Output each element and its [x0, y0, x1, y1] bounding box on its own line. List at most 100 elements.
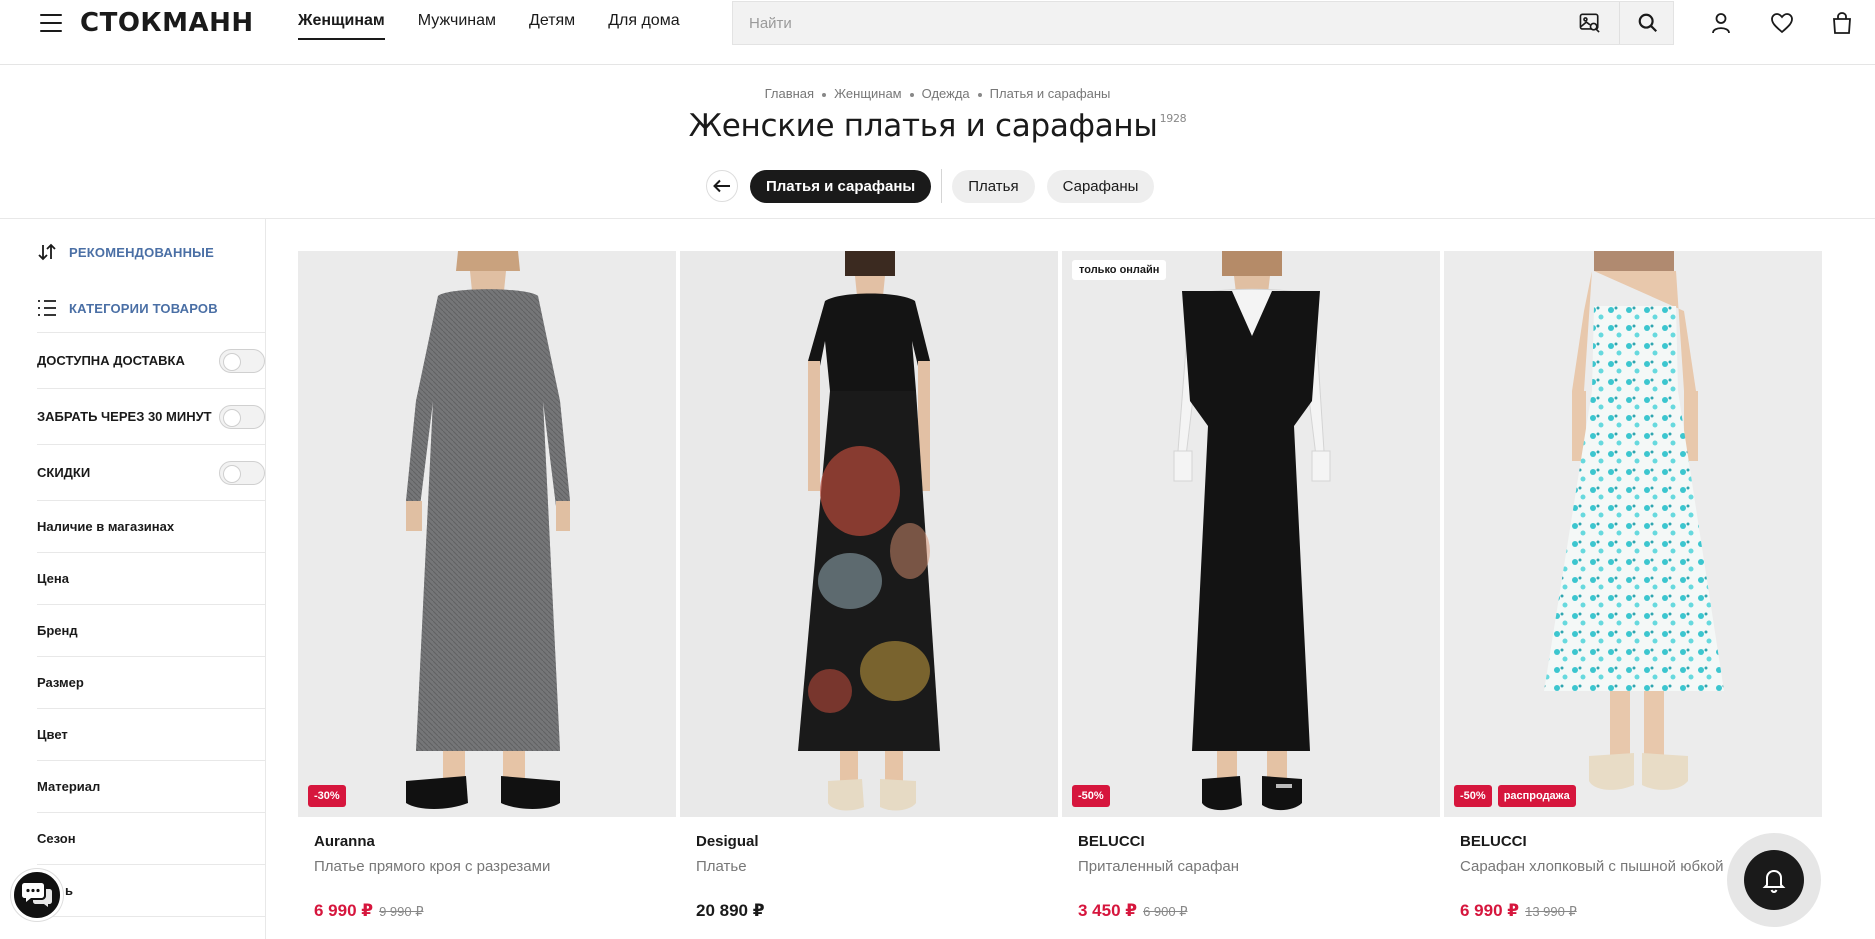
- chip-divider: [941, 169, 943, 203]
- product-name: Приталенный сарафан: [1078, 858, 1240, 875]
- filter-size[interactable]: Размер: [37, 656, 265, 708]
- favorites-icon[interactable]: [1770, 11, 1794, 35]
- product-brand: Auranna: [314, 833, 375, 850]
- product-image[interactable]: [680, 251, 1058, 817]
- bell-icon: [1762, 869, 1786, 893]
- chat-button[interactable]: [11, 869, 63, 921]
- product-price: 3 450 ₽: [1078, 901, 1138, 920]
- discount-toggle-label: СКИДКИ: [37, 465, 91, 480]
- breadcrumb-separator: [822, 92, 827, 97]
- product-old-price: 13 990 ₽: [1525, 904, 1577, 919]
- product-name: Платье прямого кроя с разрезами: [314, 858, 551, 875]
- site-header: СТОКМАНН Женщинам Мужчинам Детям Для дом…: [0, 0, 1875, 65]
- search-icon[interactable]: [1637, 12, 1659, 34]
- online-only-badge: только онлайн: [1072, 260, 1167, 280]
- delivery-toggle-row: ДОСТУПНА ДОСТАВКА: [37, 332, 265, 388]
- filter-color[interactable]: Цвет: [37, 708, 265, 760]
- badges: -30%: [308, 785, 346, 807]
- price-row: 20 890 ₽: [696, 901, 765, 921]
- product-brand: Desigual: [696, 833, 759, 850]
- back-button[interactable]: [706, 170, 738, 202]
- search-divider: [1619, 2, 1620, 44]
- product-name: Сарафан хлопковый с пышной юбкой: [1460, 858, 1724, 875]
- filter-sidebar: РЕКОМЕНДОВАННЫЕ КАТЕГОРИИ ТОВАРОВ ДОСТУП…: [0, 219, 266, 939]
- page-title: Женские платья и сарафаны 1928: [689, 108, 1187, 144]
- account-icon[interactable]: [1709, 11, 1733, 35]
- discount-badge: -30%: [308, 785, 346, 807]
- filter-material[interactable]: Материал: [37, 760, 265, 812]
- price-row: 6 990 ₽ 9 990 ₽: [314, 901, 424, 921]
- discount-badge: -50%: [1072, 785, 1110, 807]
- chip-dresses[interactable]: Платья: [952, 169, 1035, 203]
- breadcrumb-women[interactable]: Женщинам: [834, 86, 902, 101]
- price-row: 3 450 ₽ 6 900 ₽: [1078, 901, 1188, 921]
- product-old-price: 9 990 ₽: [379, 904, 424, 919]
- divider: [0, 218, 1875, 219]
- product-card[interactable]: только онлайн -50% BELUCCI Приталенный с…: [1062, 251, 1440, 939]
- pickup-toggle-row: ЗАБРАТЬ ЧЕРЕЗ 30 МИНУТ: [37, 388, 265, 444]
- sort-button[interactable]: РЕКОМЕНДОВАННЫЕ: [37, 237, 265, 267]
- filter-price[interactable]: Цена: [37, 552, 265, 604]
- discount-toggle-row: СКИДКИ: [37, 444, 265, 500]
- product-image[interactable]: -30%: [298, 251, 676, 817]
- product-photo-black-sundress: [1062, 251, 1440, 817]
- filter-brand[interactable]: Бренд: [37, 604, 265, 656]
- logo[interactable]: СТОКМАНН: [80, 8, 254, 38]
- list-icon: [38, 300, 56, 316]
- category-chips: Платья и сарафаны Платья Сарафаны: [706, 169, 1155, 203]
- categories-button[interactable]: КАТЕГОРИИ ТОВАРОВ: [37, 293, 265, 323]
- product-price: 20 890 ₽: [696, 901, 765, 920]
- badges: -50%: [1072, 785, 1110, 807]
- breadcrumb-dresses[interactable]: Платья и сарафаны: [990, 86, 1111, 101]
- image-search-icon[interactable]: [1579, 13, 1601, 33]
- nav-men[interactable]: Мужчинам: [418, 12, 496, 40]
- product-image[interactable]: -50% распродажа: [1444, 251, 1822, 817]
- title-wrap: Женские платья и сарафаны 1928: [0, 108, 1875, 144]
- breadcrumb: Главная Женщинам Одежда Платья и сарафаны: [0, 86, 1875, 101]
- filter-store-availability[interactable]: Наличие в магазинах: [37, 500, 265, 552]
- delivery-toggle[interactable]: [219, 348, 265, 373]
- product-image[interactable]: только онлайн -50%: [1062, 251, 1440, 817]
- search-input[interactable]: [733, 2, 1573, 44]
- discount-badge: -50%: [1454, 785, 1492, 807]
- price-row: 6 990 ₽ 13 990 ₽: [1460, 901, 1577, 921]
- nav-kids[interactable]: Детям: [529, 12, 575, 40]
- pickup-toggle[interactable]: [219, 404, 265, 429]
- product-name: Платье: [696, 858, 747, 875]
- chip-sundresses[interactable]: Сарафаны: [1046, 169, 1155, 203]
- filter-divider: [37, 916, 265, 939]
- filter-more[interactable]: ь: [37, 864, 265, 916]
- product-brand: BELUCCI: [1078, 833, 1145, 850]
- product-count: 1928: [1159, 112, 1187, 125]
- nav-women[interactable]: Женщинам: [298, 12, 385, 40]
- arrow-left-icon: [713, 179, 730, 193]
- sale-badge: распродажа: [1497, 785, 1576, 807]
- product-photo-floral-sundress: [1444, 251, 1822, 817]
- menu-icon[interactable]: [40, 14, 62, 32]
- breadcrumb-home[interactable]: Главная: [765, 86, 814, 101]
- notifications-button[interactable]: [1727, 833, 1821, 927]
- breadcrumb-clothing[interactable]: Одежда: [922, 86, 970, 101]
- sort-icon: [38, 243, 56, 261]
- chip-dresses-sundresses[interactable]: Платья и сарафаны: [750, 169, 932, 203]
- cart-icon[interactable]: [1830, 11, 1854, 35]
- sort-label: РЕКОМЕНДОВАННЫЕ: [69, 244, 214, 260]
- breadcrumb-separator: [977, 92, 982, 97]
- product-price: 6 990 ₽: [1460, 901, 1520, 920]
- search-bar: [732, 1, 1674, 45]
- categories-label: КАТЕГОРИИ ТОВАРОВ: [69, 300, 218, 316]
- product-photo-grey-dress: [298, 251, 676, 817]
- product-card[interactable]: -30% Auranna Платье прямого кроя с разре…: [298, 251, 676, 939]
- breadcrumb-separator: [909, 92, 914, 97]
- product-photo-floral-dress: [680, 251, 1058, 817]
- filter-season[interactable]: Сезон: [37, 812, 265, 864]
- product-price: 6 990 ₽: [314, 901, 374, 920]
- nav-home[interactable]: Для дома: [608, 12, 679, 40]
- badges: -50% распродажа: [1454, 785, 1576, 807]
- product-card[interactable]: Desigual Платье 20 890 ₽: [680, 251, 1058, 939]
- bell-circle: [1744, 850, 1804, 910]
- page-title-text: Женские платья и сарафаны: [688, 108, 1158, 144]
- delivery-toggle-label: ДОСТУПНА ДОСТАВКА: [37, 353, 185, 368]
- discount-toggle[interactable]: [219, 460, 265, 485]
- main-nav: Женщинам Мужчинам Детям Для дома: [298, 12, 680, 40]
